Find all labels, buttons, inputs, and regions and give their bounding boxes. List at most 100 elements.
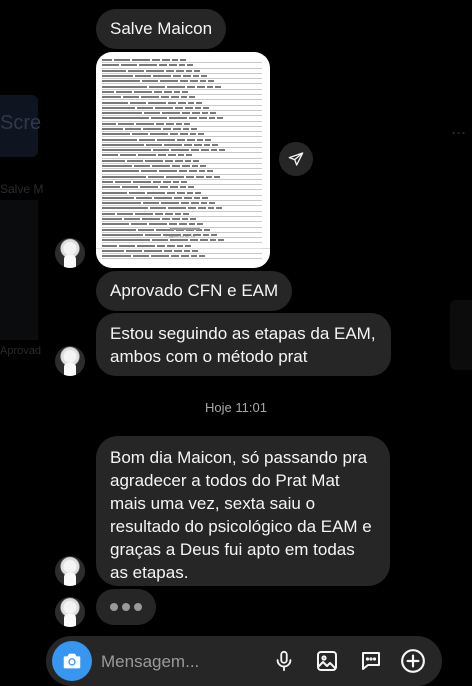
document-cell <box>102 96 121 99</box>
avatar[interactable] <box>55 597 85 627</box>
document-cell <box>149 85 165 88</box>
document-cell <box>141 96 159 99</box>
document-cell <box>102 223 129 226</box>
chat-bubble-icon <box>362 652 380 670</box>
background-panel <box>0 200 38 340</box>
document-cell <box>170 186 178 189</box>
document-cell <box>205 138 211 141</box>
document-cell <box>102 249 124 252</box>
document-cell <box>102 180 113 183</box>
document-cell <box>199 255 205 258</box>
document-cell <box>102 90 114 93</box>
typing-dot <box>110 603 118 611</box>
document-cell <box>130 101 146 104</box>
message-bubble[interactable]: Estou seguindo as etapas da EAM, ambos c… <box>96 313 391 376</box>
avatar[interactable] <box>55 556 85 586</box>
document-cell <box>190 239 198 242</box>
document-cell <box>200 239 208 242</box>
document-cell <box>192 249 198 252</box>
background-status: Aprovad <box>0 345 41 357</box>
document-cell <box>157 138 175 141</box>
document-cell <box>209 202 215 205</box>
typing-dot <box>134 603 142 611</box>
document-cell <box>202 196 208 199</box>
camera-button[interactable] <box>52 641 92 681</box>
document-cell <box>160 80 178 83</box>
document-cell <box>189 117 197 120</box>
document-cell <box>155 106 173 109</box>
document-cell <box>201 202 207 205</box>
document-cell <box>199 170 205 173</box>
document-cell <box>214 175 220 178</box>
document-cell <box>165 212 173 215</box>
document-cell <box>143 202 159 205</box>
avatar[interactable] <box>55 346 85 376</box>
document-cell <box>139 64 157 67</box>
document-cell <box>102 106 135 109</box>
document-cell <box>168 154 176 157</box>
document-cell <box>173 75 181 78</box>
document-cell <box>138 228 154 231</box>
message-bubble[interactable]: Salve Maicon <box>96 9 227 49</box>
sticker-button[interactable] <box>358 648 384 674</box>
document-cell <box>185 244 191 247</box>
avatar[interactable] <box>55 238 85 268</box>
document-divider <box>96 248 270 249</box>
document-cell <box>172 218 180 221</box>
document-cell <box>190 133 196 136</box>
document-cell <box>131 223 147 226</box>
document-cell <box>201 149 209 152</box>
share-button[interactable] <box>279 142 313 176</box>
document-cell <box>162 218 170 221</box>
document-cell <box>209 117 215 120</box>
document-cell <box>142 80 158 83</box>
document-cell <box>102 175 146 178</box>
document-cell <box>212 143 218 146</box>
document-cell <box>126 249 142 252</box>
more-button[interactable] <box>400 648 426 674</box>
document-cell <box>135 212 153 215</box>
document-cell <box>164 90 172 93</box>
document-cell <box>184 196 192 199</box>
document-cell <box>153 149 169 152</box>
document-cell <box>148 175 164 178</box>
document-cell <box>155 212 163 215</box>
document-cell <box>170 239 188 242</box>
timestamp: Hoje 11:01 <box>205 400 267 415</box>
document-cell <box>125 128 141 130</box>
document-cell <box>114 59 130 62</box>
document-cell <box>182 165 190 168</box>
document-cell <box>136 122 154 125</box>
document-cell <box>102 186 120 189</box>
message-input[interactable] <box>101 651 251 673</box>
document-cell <box>174 249 182 252</box>
document-cell <box>170 133 178 136</box>
document-cell <box>102 244 117 247</box>
document-cell <box>153 75 171 78</box>
document-cell <box>154 90 162 93</box>
document-cell <box>187 138 195 141</box>
document-cell <box>143 128 161 130</box>
document-cell <box>151 117 167 120</box>
document-cell <box>216 207 222 210</box>
document-cell <box>140 186 158 189</box>
document-cell <box>186 154 192 157</box>
microphone-button[interactable] <box>271 648 297 674</box>
message-bubble[interactable]: Bom dia Maicon, só passando pra agradece… <box>96 436 390 586</box>
document-cell <box>180 133 188 136</box>
document-cell <box>172 165 180 168</box>
shared-document-image[interactable]: Página 13 de 15 <box>96 52 270 268</box>
document-cell <box>193 75 199 78</box>
document-cell <box>161 96 169 99</box>
document-cell <box>173 180 179 183</box>
gallery-button[interactable] <box>314 648 340 674</box>
document-cell <box>102 133 130 136</box>
document-cell <box>167 85 185 88</box>
document-cell <box>198 207 206 210</box>
document-cell <box>153 180 161 183</box>
document-cell <box>102 80 140 83</box>
document-cell <box>175 212 181 215</box>
document-cell <box>102 69 126 72</box>
document-cell <box>192 112 200 115</box>
message-bubble[interactable]: Aprovado CFN e EAM <box>96 271 293 311</box>
